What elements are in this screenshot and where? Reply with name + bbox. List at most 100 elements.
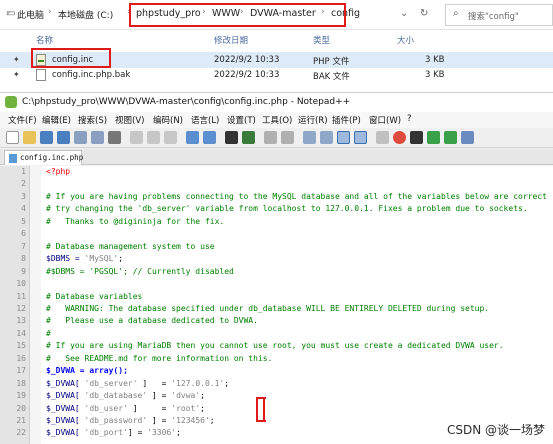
file-row-config-bak[interactable]: ✦ config.inc.php.bak 2022/9/2 10:33 BAK … (0, 67, 553, 83)
line-number: 2 (21, 179, 26, 189)
code-text: # Thanks to @digininja for the fix. (46, 216, 225, 226)
menu-view[interactable]: 视图(V) (115, 114, 144, 126)
stop-macro-icon[interactable] (410, 131, 423, 144)
menu-language[interactable]: 语言(L) (191, 114, 219, 126)
sync-scroll-icon[interactable] (303, 131, 316, 144)
print-icon[interactable] (108, 131, 121, 144)
copy-icon[interactable] (147, 131, 160, 144)
indent-guide-icon[interactable] (354, 131, 367, 144)
redo-icon[interactable] (203, 131, 216, 144)
line-number: 17 (16, 366, 26, 376)
line-number: 15 (16, 341, 26, 351)
chevron-down-icon[interactable]: ⌄ (400, 8, 408, 19)
zoom-out-icon[interactable] (281, 131, 294, 144)
replace-icon[interactable] (242, 131, 255, 144)
menu-settings[interactable]: 设置(T) (227, 114, 256, 126)
code-line: 10 (0, 278, 553, 290)
menu-encoding[interactable]: 编码(N) (153, 114, 183, 126)
line-number: 1 (21, 167, 26, 176)
bak-file-icon (36, 69, 46, 81)
tab-bar: config.inc.php (0, 149, 553, 165)
chevron-right-icon: › (48, 7, 52, 17)
play-macro-icon[interactable] (427, 131, 440, 144)
paste-icon[interactable] (164, 131, 177, 144)
menu-run[interactable]: 运行(R) (298, 114, 328, 126)
line-number: 7 (21, 241, 26, 251)
close-file-icon[interactable] (74, 131, 87, 144)
code-text: # See README.md for more information on … (46, 353, 273, 363)
file-list-header: 名称 修改日期 类型 大小 (0, 30, 553, 48)
zoom-in-icon[interactable] (264, 131, 277, 144)
record-macro-icon[interactable] (393, 131, 406, 144)
code-text: # If you are using MariaDB then you cann… (46, 341, 504, 351)
code-line: 4 # try changing the 'db_server' variable… (0, 203, 553, 215)
line-number: 5 (21, 216, 26, 226)
file-size: 3 KB (425, 55, 445, 65)
code-text: #$DBMS = 'PGSQL'; // Currently disabled (46, 266, 234, 276)
save-all-icon[interactable] (57, 131, 70, 144)
search-input[interactable]: ⌕ 搜索"config" (445, 4, 553, 26)
menu-tools[interactable]: 工具(O) (262, 114, 292, 126)
column-name[interactable]: 名称 (36, 34, 53, 46)
menu-help[interactable]: ? (407, 114, 412, 124)
line-number: 14 (16, 328, 26, 338)
word-wrap-icon[interactable] (320, 131, 333, 144)
search-icon: ⌕ (453, 8, 459, 19)
menu-edit[interactable]: 编辑(E) (42, 114, 71, 126)
menu-bar: 文件(F) 编辑(E) 搜索(S) 视图(V) 编码(N) 语言(L) 设置(T… (0, 112, 553, 128)
code-text: # (46, 328, 51, 338)
column-type[interactable]: 类型 (313, 34, 330, 46)
code-line: 15 # If you are using MariaDB then you ca… (0, 340, 553, 352)
column-modified[interactable]: 修改日期 (214, 34, 248, 46)
pin-icon: ✦ (13, 55, 20, 64)
save-macro-icon[interactable] (461, 131, 474, 144)
code-text: # Please use a database dedicated to DVW… (46, 316, 258, 326)
notepad-window: C:\phpstudy_pro\WWW\DVWA-master\config\c… (0, 92, 553, 444)
save-icon[interactable] (40, 131, 53, 144)
file-type: BAK 文件 (313, 72, 350, 82)
chevron-right-icon: › (7, 8, 11, 17)
line-number: 8 (21, 254, 26, 264)
close-all-icon[interactable] (91, 131, 104, 144)
menu-window[interactable]: 窗口(W) (369, 114, 401, 126)
find-icon[interactable] (225, 131, 238, 144)
new-file-icon[interactable] (6, 131, 19, 144)
line-number: 20 (16, 403, 26, 413)
window-titlebar: C:\phpstudy_pro\WWW\DVWA-master\config\c… (0, 93, 553, 112)
code-text: # Database management system to use (46, 241, 215, 251)
breadcrumb-local-disk[interactable]: 本地磁盘 (C:) (58, 8, 113, 21)
undo-icon[interactable] (186, 131, 199, 144)
cut-icon[interactable] (130, 131, 143, 144)
menu-file[interactable]: 文件(F) (8, 114, 37, 126)
code-line: 7 # Database management system to use (0, 241, 553, 253)
column-size[interactable]: 大小 (397, 34, 414, 46)
line-number: 9 (21, 266, 26, 276)
code-editor[interactable]: 1 <?php 2 3 # If you are having problems con… (0, 166, 553, 444)
line-number: 3 (21, 191, 26, 201)
code-line: 14 # (0, 328, 553, 340)
menu-search[interactable]: 搜索(S) (78, 114, 107, 126)
refresh-icon[interactable]: ↻ (420, 8, 428, 19)
breadcrumb-this-pc[interactable]: 此电脑 (17, 8, 44, 21)
file-modified: 2022/9/2 10:33 (214, 70, 280, 80)
code-line: 1 <?php (0, 166, 553, 178)
code-line: 5 # Thanks to @digininja for the fix. (0, 216, 553, 228)
code-text: $_DVWA[ 'db_port'] = '3306'; (46, 428, 181, 438)
file-name: config.inc.php.bak (52, 70, 131, 80)
open-file-icon[interactable] (23, 131, 36, 144)
code-line: 17 $_DVWA = array(); (0, 365, 553, 377)
tab-label: config.inc.php (20, 153, 84, 162)
code-line: 8 $DBMS = 'MySQL'; (0, 253, 553, 265)
file-modified: 2022/9/2 10:33 (214, 55, 280, 65)
tab-config-inc-php[interactable]: config.inc.php (4, 150, 84, 165)
line-number: 10 (16, 279, 26, 289)
doc-map-icon[interactable] (376, 131, 389, 144)
notepadpp-logo-icon (5, 96, 17, 108)
menu-plugins[interactable]: 插件(P) (332, 114, 361, 126)
all-chars-icon[interactable] (337, 131, 350, 144)
run-macro-multiple-icon[interactable] (444, 131, 457, 144)
code-text: $DBMS = 'MySQL'; (46, 254, 124, 264)
line-number: 21 (16, 416, 26, 425)
code-text: # Database variables (46, 291, 143, 301)
line-number: 19 (16, 391, 26, 401)
